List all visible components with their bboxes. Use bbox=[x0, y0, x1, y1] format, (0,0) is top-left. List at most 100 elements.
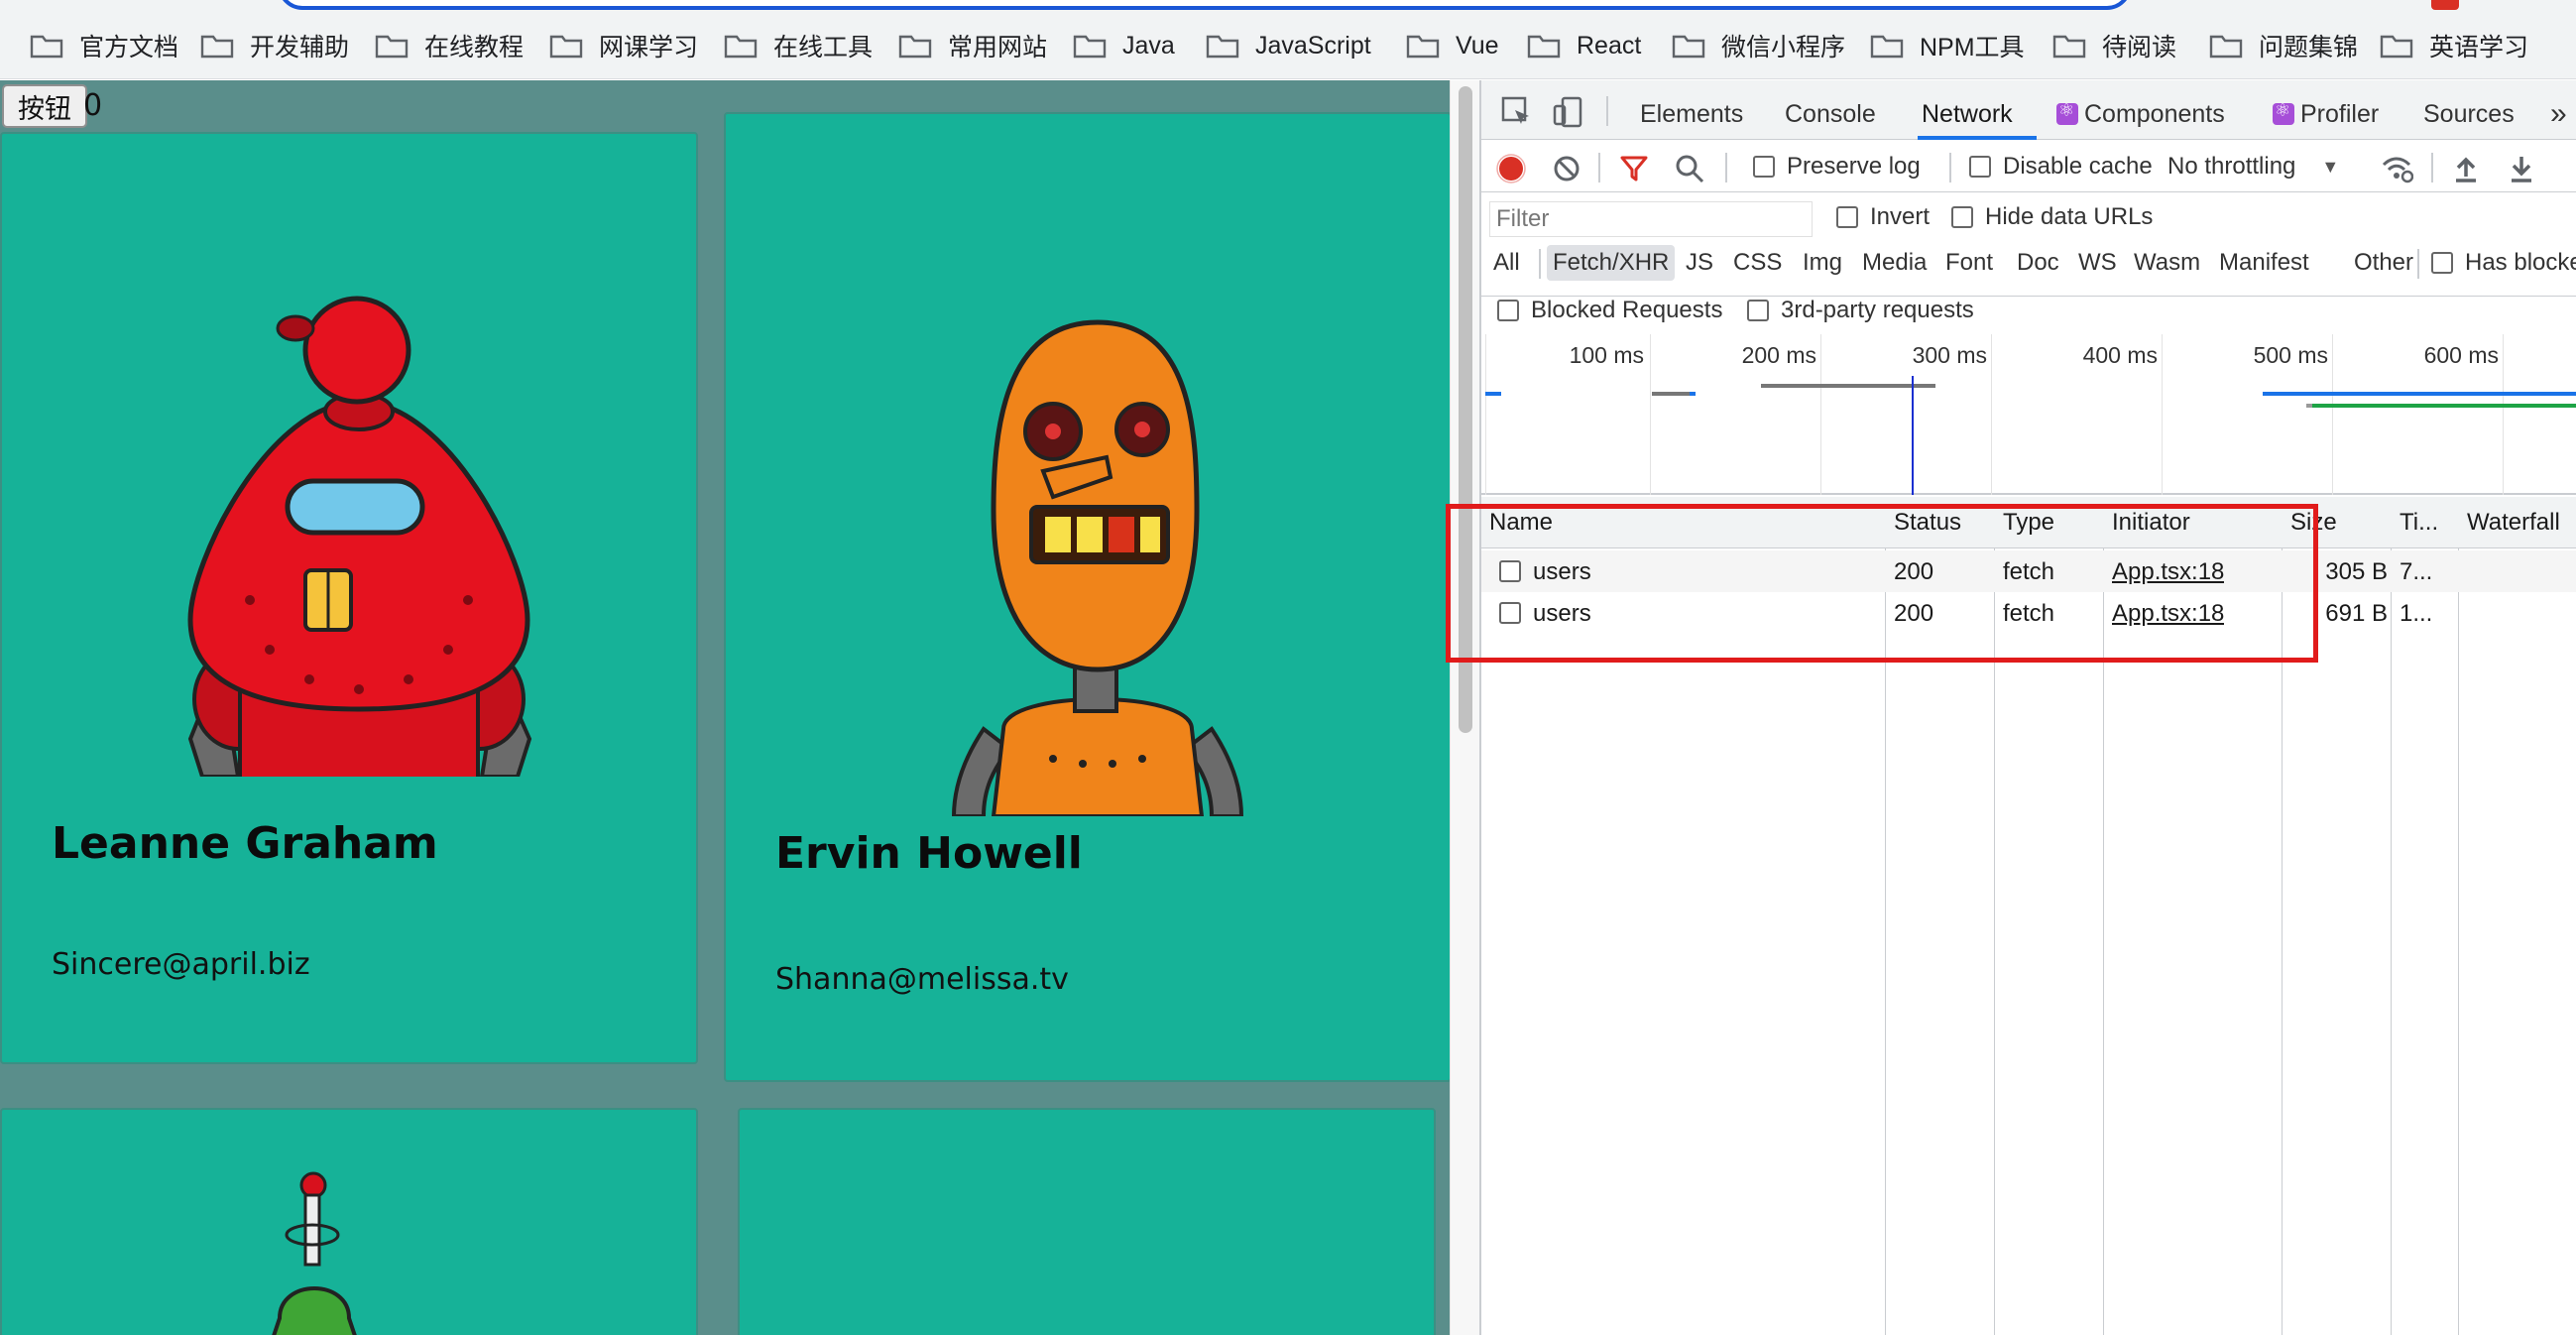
more-tabs-icon[interactable]: » bbox=[2550, 94, 2567, 134]
overview-grid-line bbox=[2332, 334, 2333, 495]
folder-icon bbox=[1073, 33, 1107, 59]
tab-sources[interactable]: Sources bbox=[2423, 94, 2515, 134]
inspect-element-icon[interactable] bbox=[1499, 94, 1535, 130]
bookmark-folder[interactable]: 常用网站 bbox=[898, 26, 1047, 65]
bookmark-folder[interactable]: React bbox=[1527, 26, 1641, 65]
user-card[interactable]: Ervin Howell Shanna@melissa.tv bbox=[724, 112, 1450, 1082]
tab-components[interactable]: Components bbox=[2056, 94, 2225, 134]
filter-type-other[interactable]: Other bbox=[2354, 245, 2413, 281]
filter-type-js[interactable]: JS bbox=[1686, 245, 1713, 281]
overview-tick-label: 500 ms bbox=[2253, 342, 2328, 368]
divider bbox=[1606, 96, 1608, 126]
tab-network[interactable]: Network bbox=[1922, 94, 2013, 134]
filter-type-doc[interactable]: Doc bbox=[2017, 245, 2059, 281]
column-header-time[interactable]: Ti... bbox=[2400, 509, 2438, 537]
folder-icon bbox=[724, 33, 758, 59]
bookmarks-bar: 官方文档 开发辅助 在线教程 网课学习 在线工具 常用网站 Java JavaS… bbox=[0, 0, 2576, 79]
blocked-requests-row: Blocked Requests 3rd-party requests bbox=[1481, 291, 2576, 334]
divider bbox=[1598, 153, 1600, 182]
overview-bar bbox=[1652, 392, 1690, 396]
network-conditions-icon[interactable] bbox=[2380, 153, 2413, 184]
user-email: Shanna@melissa.tv bbox=[775, 962, 1069, 997]
user-card[interactable] bbox=[0, 1108, 698, 1335]
bookmark-folder[interactable]: 微信小程序 bbox=[1672, 26, 1845, 65]
folder-icon bbox=[2052, 33, 2086, 59]
clear-icon[interactable] bbox=[1551, 153, 1582, 184]
folder-icon bbox=[200, 33, 234, 59]
filter-type-all[interactable]: All bbox=[1493, 245, 1520, 281]
bookmark-folder[interactable]: 问题集锦 bbox=[2209, 26, 2358, 65]
checkbox[interactable] bbox=[1951, 206, 1973, 228]
divider bbox=[1539, 249, 1541, 279]
disable-cache-checkbox[interactable]: Disable cache bbox=[1969, 149, 2153, 184]
address-bar[interactable] bbox=[278, 0, 2132, 10]
bookmark-folder[interactable]: Vue bbox=[1406, 26, 1499, 65]
checkbox[interactable] bbox=[1747, 300, 1769, 321]
divider bbox=[1725, 153, 1727, 182]
overview-bar bbox=[2306, 404, 2312, 408]
bookmark-folder[interactable]: 在线教程 bbox=[375, 26, 524, 65]
third-party-requests-checkbox[interactable]: 3rd-party requests bbox=[1747, 293, 1974, 328]
bookmark-folder[interactable]: 官方文档 bbox=[30, 26, 178, 65]
search-icon[interactable] bbox=[1674, 153, 1705, 184]
folder-icon bbox=[1406, 33, 1440, 59]
bookmark-folder[interactable]: Java bbox=[1073, 26, 1175, 65]
checkbox[interactable] bbox=[1497, 300, 1519, 321]
record-icon[interactable] bbox=[1495, 153, 1527, 184]
folder-icon bbox=[1870, 33, 1904, 59]
bookmark-folder[interactable]: 开发辅助 bbox=[200, 26, 349, 65]
bookmark-folder[interactable]: 待阅读 bbox=[2052, 26, 2176, 65]
filter-type-ws[interactable]: WS bbox=[2078, 245, 2117, 281]
filter-type-img[interactable]: Img bbox=[1803, 245, 1842, 281]
devtools-panel: Elements Console Network Components Prof… bbox=[1479, 80, 2576, 1335]
checkbox[interactable] bbox=[1969, 156, 1991, 178]
filter-type-font[interactable]: Font bbox=[1945, 245, 1993, 281]
overview-grid-line bbox=[1820, 334, 1821, 495]
bookmark-folder[interactable]: 网课学习 bbox=[549, 26, 698, 65]
user-card[interactable]: Leanne Graham Sincere@april.biz bbox=[0, 132, 698, 1064]
active-tab-indicator bbox=[1918, 136, 2037, 140]
bookmark-folder[interactable]: NPM工具 bbox=[1870, 26, 2025, 65]
checkbox[interactable] bbox=[2431, 252, 2453, 274]
filter-icon[interactable] bbox=[1618, 153, 1650, 184]
import-har-icon[interactable] bbox=[2451, 153, 2481, 184]
divider bbox=[2417, 249, 2419, 279]
blocked-requests-checkbox[interactable]: Blocked Requests bbox=[1497, 293, 1722, 328]
device-toolbar-icon[interactable] bbox=[1551, 94, 1586, 130]
network-overview[interactable]: 100 ms 200 ms 300 ms 400 ms 500 ms 600 m… bbox=[1481, 334, 2576, 495]
filter-type-manifest[interactable]: Manifest bbox=[2219, 245, 2309, 281]
invert-checkbox[interactable]: Invert bbox=[1836, 199, 1930, 235]
tab-console[interactable]: Console bbox=[1785, 94, 1876, 134]
divider bbox=[2431, 153, 2433, 182]
overview-tick-label: 200 ms bbox=[1741, 342, 1816, 368]
user-name: Leanne Graham bbox=[52, 818, 438, 869]
filter-type-fetch-xhr[interactable]: Fetch/XHR bbox=[1547, 245, 1676, 281]
tab-profiler[interactable]: Profiler bbox=[2273, 94, 2379, 134]
export-har-icon[interactable] bbox=[2507, 153, 2536, 184]
hide-data-urls-checkbox[interactable]: Hide data URLs bbox=[1951, 199, 2153, 235]
filter-type-wasm[interactable]: Wasm bbox=[2134, 245, 2200, 281]
user-name: Ervin Howell bbox=[775, 828, 1083, 879]
filter-type-media[interactable]: Media bbox=[1862, 245, 1927, 281]
page-scrollbar[interactable] bbox=[1450, 80, 1479, 1335]
bookmark-folder[interactable]: 英语学习 bbox=[2380, 26, 2528, 65]
filter-type-css[interactable]: CSS bbox=[1733, 245, 1782, 281]
tab-elements[interactable]: Elements bbox=[1640, 94, 1743, 134]
react-icon bbox=[2273, 100, 2294, 125]
overview-grid-line bbox=[1991, 334, 1992, 495]
checkbox[interactable] bbox=[1753, 156, 1775, 178]
filter-input[interactable]: Filter bbox=[1489, 201, 1813, 237]
overview-tick-label: 400 ms bbox=[2082, 342, 2158, 368]
counter-button[interactable]: 按钮 bbox=[2, 84, 87, 128]
user-card[interactable] bbox=[738, 1108, 1436, 1335]
user-email: Sincere@april.biz bbox=[52, 947, 310, 982]
robot-avatar-image bbox=[272, 1171, 357, 1335]
throttling-select[interactable]: No throttling ▼ bbox=[2167, 149, 2339, 184]
bookmark-folder[interactable]: 在线工具 bbox=[724, 26, 873, 65]
checkbox[interactable] bbox=[1836, 206, 1858, 228]
overview-tick-label: 100 ms bbox=[1569, 342, 1644, 368]
bookmark-folder[interactable]: JavaScript bbox=[1206, 26, 1371, 65]
has-blocked-cookies-checkbox[interactable]: Has blocke bbox=[2431, 245, 2576, 281]
preserve-log-checkbox[interactable]: Preserve log bbox=[1753, 149, 1921, 184]
column-header-waterfall[interactable]: Waterfall bbox=[2467, 509, 2560, 537]
